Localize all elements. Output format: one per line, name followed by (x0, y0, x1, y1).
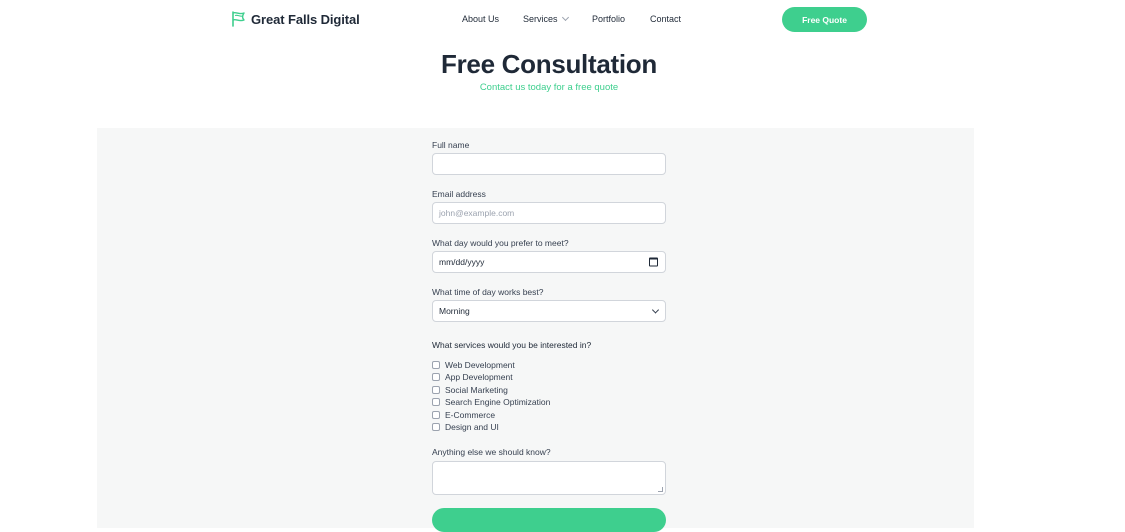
checkbox[interactable] (432, 373, 440, 381)
nav-links: About Us Services Portfolio Contact (0, 13, 1125, 28)
page-subtitle: Contact us today for a free quote (479, 82, 619, 93)
service-option-label: App Development (445, 372, 513, 382)
nav-services-label: Services (523, 14, 558, 24)
checkbox[interactable] (432, 423, 440, 431)
nav-about-link[interactable]: About Us (462, 14, 499, 24)
service-option-social-marketing[interactable]: Social Marketing (432, 385, 508, 395)
service-option-label: E-Commerce (445, 410, 496, 420)
service-option-web-development[interactable]: Web Development (432, 360, 515, 370)
full-name-label: Full name (432, 140, 470, 150)
service-option-label: Social Marketing (445, 385, 508, 395)
top-nav: Great Falls Digital About Us Services Po… (0, 0, 1125, 40)
submit-button[interactable] (432, 508, 666, 532)
checkbox[interactable] (432, 361, 440, 369)
calendar-icon[interactable] (649, 257, 658, 267)
free-quote-button[interactable]: Free Quote (782, 7, 867, 32)
checkbox[interactable] (432, 411, 440, 419)
service-option-seo[interactable]: Search Engine Optimization (432, 397, 550, 407)
notes-label: Anything else we should know? (432, 447, 551, 457)
email-field[interactable]: john@example.com (432, 202, 666, 224)
meet-time-select[interactable]: Morning (432, 300, 666, 322)
checkbox[interactable] (432, 386, 440, 394)
full-name-field[interactable] (432, 153, 666, 175)
meet-day-label: What day would you prefer to meet? (432, 238, 569, 248)
nav-services-link[interactable]: Services (523, 13, 569, 24)
meet-time-selected-value: Morning (439, 306, 470, 316)
resize-handle-icon[interactable] (658, 487, 663, 492)
service-option-label: Design and UI (445, 422, 499, 432)
service-option-label: Web Development (445, 360, 515, 370)
notes-textarea[interactable] (432, 461, 666, 495)
email-label: Email address (432, 189, 486, 199)
service-option-app-development[interactable]: App Development (432, 372, 513, 382)
meet-time-label: What time of day works best? (432, 287, 544, 297)
nav-contact-link[interactable]: Contact (650, 14, 681, 24)
services-label: What services would you be interested in… (432, 340, 592, 350)
page-title: Free Consultation (441, 49, 657, 79)
chevron-down-icon (651, 306, 660, 314)
service-option-label: Search Engine Optimization (445, 397, 551, 407)
chevron-down-icon (561, 13, 569, 22)
nav-portfolio-link[interactable]: Portfolio (592, 14, 625, 24)
service-option-design-ui[interactable]: Design and UI (432, 422, 499, 432)
meet-day-value: mm/dd/yyyy (439, 257, 485, 267)
checkbox[interactable] (432, 398, 440, 406)
meet-day-date-field[interactable]: mm/dd/yyyy (432, 251, 666, 273)
service-option-e-commerce[interactable]: E-Commerce (432, 410, 495, 420)
